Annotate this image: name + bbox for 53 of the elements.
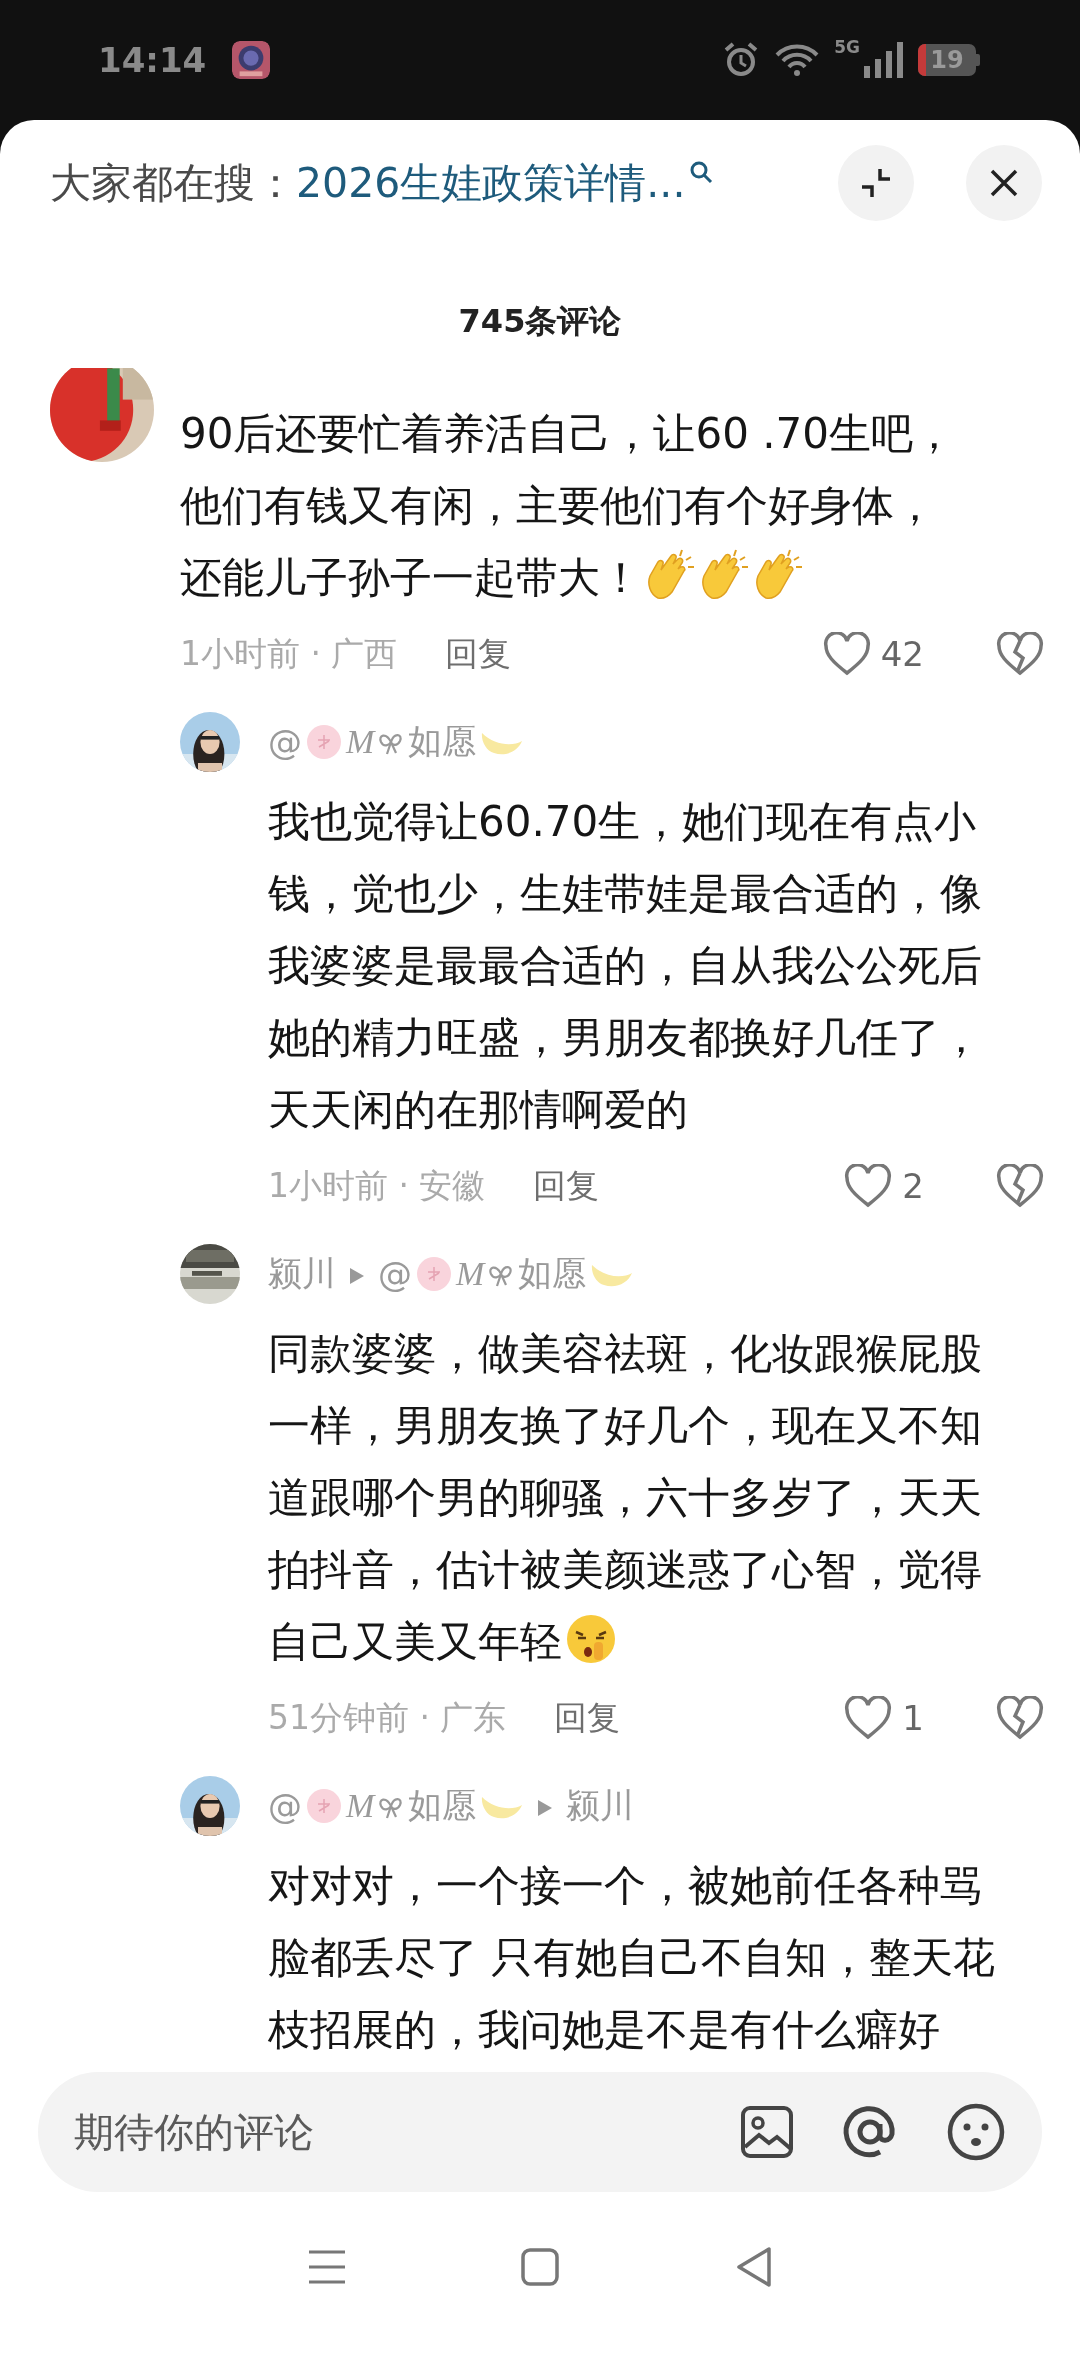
comment-input[interactable]: 期待你的评论 [72,2108,694,2156]
mention-prefix: @ [268,1786,302,1826]
comment-text: 对对对，一个接一个，被她前任各种骂脸都丢尽了 只有她自己不自知，整天花枝招展的，我问她是不是有什么癖好 [268,1860,997,2056]
image-icon [740,2105,794,2159]
dislike-icon[interactable] [996,1164,1044,1208]
username[interactable]: 颍川 [268,1251,336,1297]
flower-icon [304,1786,344,1826]
mention-prefix: @ [268,722,302,762]
app-icon [232,41,271,79]
like-count: 1 [902,1698,924,1738]
image-button[interactable] [740,2105,794,2159]
flower-icon [304,722,344,762]
status-time: 14:14 [98,40,207,80]
dislike-icon[interactable] [996,1696,1044,1740]
username-initial[interactable]: M [346,1787,375,1825]
heart-icon[interactable] [844,1696,893,1740]
reply-link[interactable]: 回复 [533,1163,600,1209]
signal-icon [864,42,904,78]
comment-text: 90后还要忙着养活自己，让60 .70生吧，他们有钱又有闲，主要他们有个好身体，还能儿子孙子一起带大！ [180,408,957,604]
flower-icon [414,1254,454,1294]
comment-meta: 1小时前 · 安徽 [268,1164,486,1207]
comment-meta: 1小时前 · 广西 [180,632,398,675]
comment-meta: 51分钟前 · 广东 [268,1696,507,1739]
comment-text: 同款婆婆，做美容祛斑，化妆跟猴屁股一样，男朋友换了好几个，现在又不知道跟哪个男的聊骚，六十多岁了，天天拍抖音，估计被美颜迷惑了心智，觉得自己又美又年轻 [268,1328,983,1668]
close-icon [989,168,1019,198]
heart-icon[interactable] [844,1164,893,1208]
wifi-icon [774,43,821,77]
comment-count-title: 745条评论 [458,301,622,342]
username[interactable]: 如愿 [518,1251,587,1297]
emoji-button[interactable] [946,2102,1006,2162]
username[interactable]: 颍川 [566,1783,635,1829]
like-count: 42 [880,634,924,674]
like-count: 2 [902,1166,924,1206]
home-button[interactable] [521,2248,559,2286]
username[interactable]: 如愿 [408,719,477,765]
smiley-icon [946,2102,1006,2162]
trending-label: 大家都在搜： [50,157,296,209]
trending-search-link[interactable]: 2026生娃政策详情... [296,155,716,211]
battery-indicator: 19 [918,44,980,76]
heart-icon[interactable] [822,632,871,676]
mention-prefix: @ [378,1254,412,1294]
comment-text: 我也觉得让60.70生，她们现在有点小钱，觉也少，生娃带娃是最合适的，像我婆婆是最最合适的，自从我公公死后她的精力旺盛，男朋友都换好几任了，天天闲的在那情啊爱的 [268,796,983,1136]
menu-icon [307,2249,347,2285]
dislike-icon[interactable] [996,632,1044,676]
play-arrow-icon [348,1266,366,1286]
username[interactable]: 如愿 [408,1783,477,1829]
reply-link[interactable]: 回复 [445,631,512,677]
username-initial[interactable]: M [346,723,375,761]
network-type: 5G [834,37,860,57]
reply-link[interactable]: 回复 [554,1695,621,1741]
square-icon [521,2248,559,2286]
username-initial[interactable]: M [456,1255,485,1293]
menu-button[interactable] [307,2249,347,2285]
